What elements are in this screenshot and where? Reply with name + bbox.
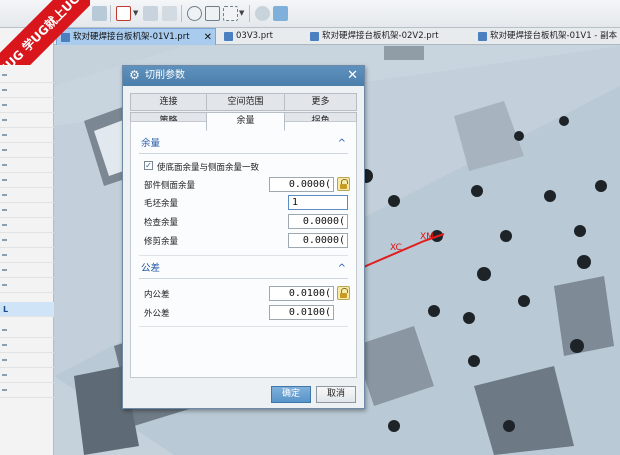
checkbox-uniform-floor-side[interactable]: ✓ [144,161,153,170]
gear-icon: ⚙ [129,68,140,82]
snap-icon[interactable] [116,6,131,21]
pan-icon[interactable] [162,6,177,21]
view-icon[interactable] [187,6,202,21]
list-item[interactable] [0,158,54,173]
tab-label: 软对硬焊接台板机架-01V1 - 副本 [490,31,618,41]
section-title: 公差 [141,263,161,274]
navigator-panel: L [0,28,54,455]
list-item[interactable] [0,203,54,218]
lock-icon[interactable] [337,177,350,191]
list-item[interactable] [0,353,54,368]
part-file-icon [478,32,487,41]
undo-icon[interactable] [92,6,107,21]
list-item[interactable] [0,383,54,398]
section-title: 余量 [141,138,161,149]
tab-document-2[interactable]: 03V3.prt [220,28,290,45]
section-divider [139,153,348,154]
dialog-titlebar[interactable]: ⚙ 切削参数 ✕ [123,66,364,86]
tab-document-4[interactable]: 软对硬焊接台板机架-01V1 - 副本 [474,28,620,45]
check-stock-input[interactable]: 0.0000( [288,214,348,229]
chevron-up-icon[interactable]: ^ [338,260,346,278]
list-item[interactable] [0,83,54,98]
list-item[interactable] [0,248,54,263]
part-side-stock-input[interactable]: 0.0000( [269,177,334,192]
tab-document-3[interactable]: 软对硬焊接台板机架-02V2.prt [306,28,468,45]
outtol-input[interactable]: 0.0100( [269,305,334,320]
trim-stock-input[interactable]: 0.0000( [288,233,348,248]
main-toolbar: ▼ ▼ [0,0,620,28]
watermark-text: 9SUG 学UG就上UG网 [0,0,90,65]
outtol-label: 外公差 [144,309,170,319]
tab-allowance[interactable]: 余量 [206,112,285,131]
axis-label-xm: XM [420,232,434,242]
intol-input[interactable]: 0.0100( [269,286,334,301]
list-item[interactable] [0,218,54,233]
check-stock-label: 检查余量 [144,218,179,228]
trim-stock-label: 修剪余量 [144,237,179,247]
chevron-down-icon[interactable]: ▼ [239,9,244,17]
list-item[interactable] [0,278,54,293]
list-item[interactable] [0,128,54,143]
toolbar-separator [110,5,111,22]
render-icon[interactable] [255,6,270,21]
cutting-parameters-dialog: ⚙ 切削参数 ✕ 连接 空间范围 更多 策略 余量 拐角 余量 ^ ✓ 使底面余… [122,65,365,409]
list-item[interactable] [0,173,54,188]
list-item-selected[interactable]: L [0,302,54,317]
section-divider [139,278,348,279]
tab-label: 软对硬焊接台板机架-01V1.prt [73,32,190,42]
axis-label-xc: XC [390,243,402,253]
part-file-icon [310,32,319,41]
watermark-logo: 9SUG 学UG就上UG网 [0,0,90,65]
dialog-title: 切削参数 [145,70,185,81]
zoom-icon[interactable] [205,6,220,21]
list-item[interactable] [0,233,54,248]
list-item[interactable] [0,338,54,353]
list-item[interactable] [0,368,54,383]
tab-more[interactable]: 更多 [284,93,357,111]
blank-stock-input[interactable]: 1 [288,195,348,210]
tab-label: 03V3.prt [236,31,273,41]
section-header-tolerance[interactable]: 公差 ^ [131,260,356,278]
toolbar-separator [181,5,182,22]
close-icon[interactable]: ✕ [204,29,212,45]
document-tabbar: 软对硬焊接台板机架-01V1.prt ✕ 03V3.prt 软对硬焊接台板机架-… [54,28,620,45]
tab-content-panel: 余量 ^ ✓ 使底面余量与侧面余量一致 部件侧面余量 0.0000( 毛坯余量 … [130,121,357,378]
list-item[interactable] [0,113,54,128]
filter-icon[interactable] [143,6,158,21]
list-item[interactable] [0,143,54,158]
list-item[interactable] [0,188,54,203]
section-header-allowance[interactable]: 余量 ^ [131,135,356,153]
part-side-stock-label: 部件侧面余量 [144,181,196,191]
part-file-icon [224,32,233,41]
chevron-down-icon[interactable]: ▼ [133,9,138,17]
cube-icon[interactable] [273,6,288,21]
toolbar-separator [249,5,250,22]
list-item[interactable] [0,263,54,278]
list-item[interactable] [0,98,54,113]
chevron-up-icon[interactable]: ^ [338,135,346,153]
blank-stock-label: 毛坯余量 [144,199,179,209]
list-item[interactable] [0,68,54,83]
lock-icon[interactable] [337,286,350,300]
tab-label: 软对硬焊接台板机架-02V2.prt [322,31,439,41]
tab-space-range[interactable]: 空间范围 [206,93,285,111]
tab-connect[interactable]: 连接 [130,93,207,111]
checkbox-label: 使底面余量与侧面余量一致 [157,163,260,173]
layer-icon[interactable] [223,6,238,21]
ok-button[interactable]: 确定 [271,386,311,403]
section-divider [139,255,348,256]
intol-label: 内公差 [144,290,170,300]
cancel-button[interactable]: 取消 [316,386,356,403]
section-divider [139,326,348,327]
close-icon[interactable]: ✕ [347,66,358,86]
list-item[interactable] [0,323,54,338]
